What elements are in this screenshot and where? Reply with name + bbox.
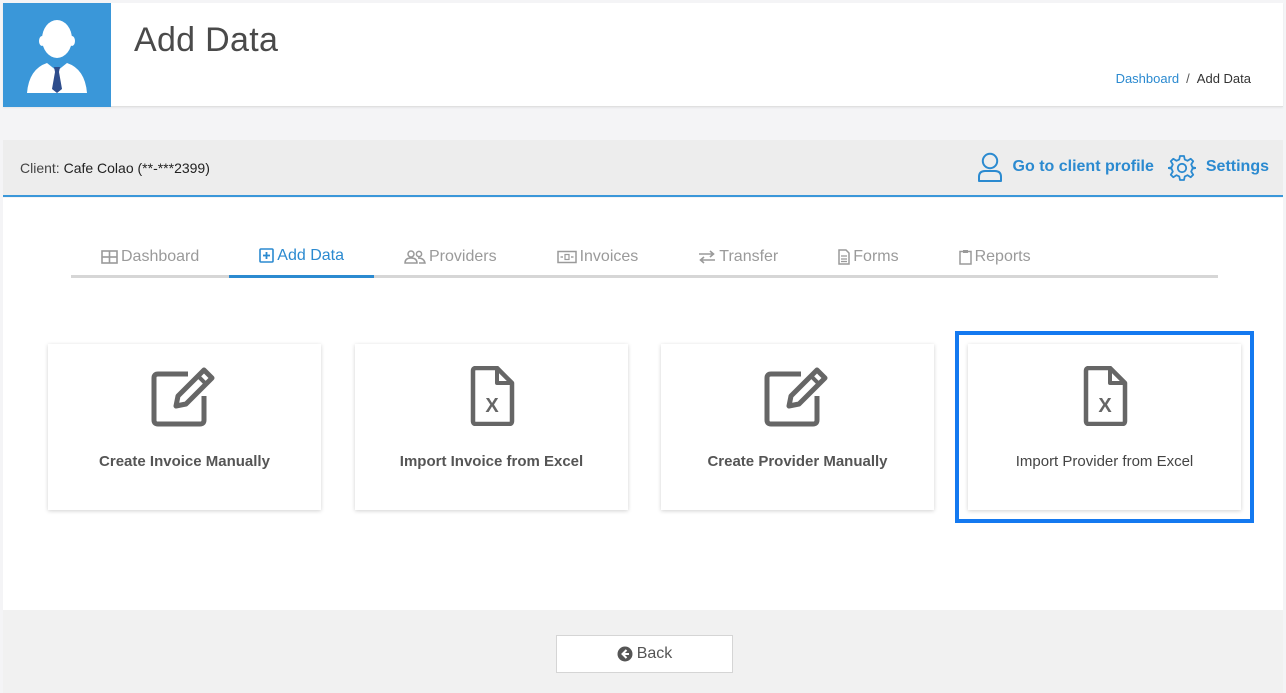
create-provider-manually-card[interactable]: Create Provider Manually <box>661 344 934 510</box>
tab-forms-label: Forms <box>853 248 899 265</box>
tab-invoices-label: Invoices <box>579 248 639 265</box>
go-to-client-profile-link[interactable]: Go to client profile <box>977 152 1154 182</box>
svg-text:X: X <box>1098 395 1112 417</box>
tab-bar: Dashboard Add Data Providers Invoices Tr… <box>71 236 1218 278</box>
plus-square-icon <box>259 248 275 263</box>
avatar <box>3 3 111 107</box>
back-button-label: Back <box>636 645 673 662</box>
money-bill-icon <box>556 250 577 264</box>
client-bar: Client: Cafe Colao (**-***2399) Go to cl… <box>3 140 1283 197</box>
tab-dashboard-label: Dashboard <box>121 248 200 265</box>
tab-providers-label: Providers <box>429 248 497 265</box>
user-tie-icon <box>27 20 87 93</box>
breadcrumb-dashboard-link[interactable]: Dashboard <box>1116 71 1180 86</box>
import-provider-from-excel-card[interactable]: X Import Provider from Excel <box>955 331 1254 523</box>
import-invoice-from-excel-card[interactable]: X Import Invoice from Excel <box>355 344 628 510</box>
breadcrumb: Dashboard / Add Data <box>1116 71 1251 86</box>
tab-providers[interactable]: Providers <box>374 236 527 278</box>
page-footer: Back <box>3 610 1283 693</box>
tab-forms[interactable]: Forms <box>808 236 928 278</box>
arrow-circle-left-icon <box>617 646 633 662</box>
file-excel-icon: X <box>355 366 628 426</box>
tab-transfer[interactable]: Transfer <box>668 236 808 278</box>
card-label: Create Invoice Manually <box>99 453 270 470</box>
create-invoice-manually-card[interactable]: Create Invoice Manually <box>48 344 321 510</box>
file-excel-icon: X <box>968 366 1241 426</box>
table-icon <box>101 250 118 264</box>
svg-text:X: X <box>485 395 499 417</box>
tab-add-data-label: Add Data <box>277 246 344 264</box>
go-to-client-profile-label: Go to client profile <box>1012 158 1154 175</box>
tab-reports[interactable]: Reports <box>929 236 1061 278</box>
tab-add-data[interactable]: Add Data <box>229 236 374 278</box>
breadcrumb-current: Add Data <box>1196 71 1251 86</box>
main-panel: Dashboard Add Data Providers Invoices Tr… <box>3 198 1283 610</box>
client-actions: Go to client profile Settings <box>977 152 1269 182</box>
client-label: Client: <box>20 160 60 176</box>
users-icon <box>404 250 426 264</box>
settings-label: Settings <box>1205 158 1269 175</box>
client-info: Client: Cafe Colao (**-***2399) <box>20 160 210 176</box>
settings-link[interactable]: Settings <box>1167 153 1269 181</box>
card-label: Import Provider from Excel <box>1015 453 1194 470</box>
tab-dashboard[interactable]: Dashboard <box>71 236 229 278</box>
card-label: Create Provider Manually <box>707 453 888 470</box>
file-text-icon <box>838 249 851 265</box>
gear-icon <box>1167 155 1196 181</box>
clipboard-icon <box>958 249 972 265</box>
edit-icon <box>48 366 321 428</box>
tab-invoices[interactable]: Invoices <box>527 236 669 278</box>
page-header: Add Data Dashboard / Add Data <box>3 3 1283 107</box>
client-name: Cafe Colao (**-***2399) <box>63 160 210 176</box>
breadcrumb-separator: / <box>1186 71 1190 86</box>
exchange-icon <box>698 250 716 264</box>
tab-transfer-label: Transfer <box>719 248 779 265</box>
edit-icon <box>661 366 934 428</box>
card-label: Import Invoice from Excel <box>399 453 584 470</box>
back-button[interactable]: Back <box>556 635 733 673</box>
tab-reports-label: Reports <box>974 248 1031 265</box>
page-title: Add Data <box>134 21 279 59</box>
user-outline-icon <box>977 152 1002 182</box>
